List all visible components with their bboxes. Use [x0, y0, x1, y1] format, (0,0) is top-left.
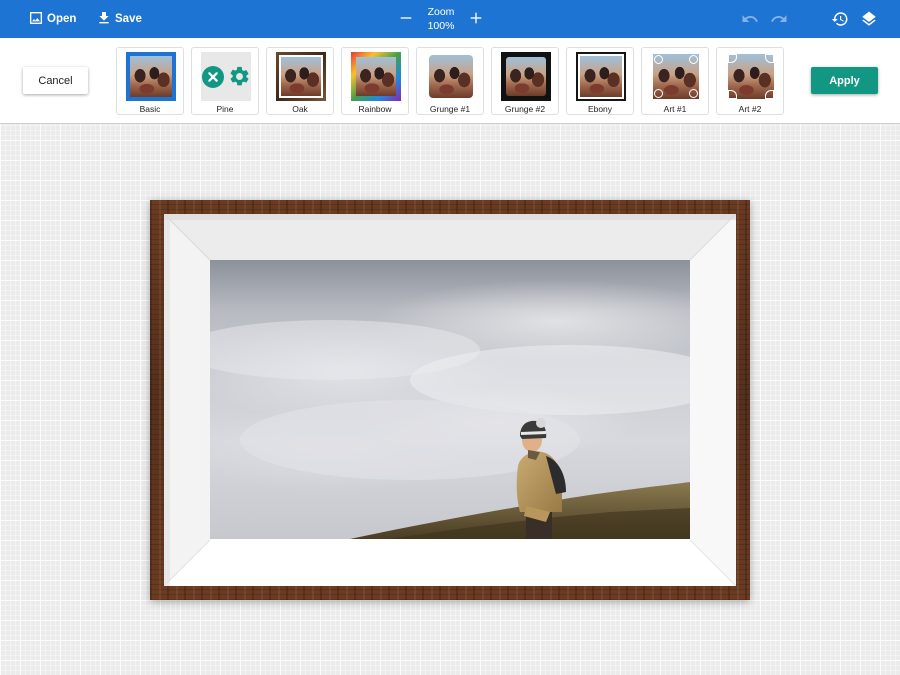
frame-thumbnail — [426, 52, 476, 101]
frame-art-1[interactable]: Art #1 — [641, 47, 709, 115]
frame-pine[interactable]: Pine — [191, 47, 259, 115]
frame-mat — [164, 214, 736, 586]
save-label: Save — [115, 13, 142, 25]
top-toolbar: Open Save Zoom 100% — [0, 0, 900, 38]
frame-grunge-2[interactable]: Grunge #2 — [491, 47, 559, 115]
frame-thumbnail — [276, 52, 326, 101]
frame-label: Pine — [216, 104, 234, 114]
frame-label: Art #1 — [663, 104, 687, 114]
open-label: Open — [47, 13, 77, 25]
frame-rainbow[interactable]: Rainbow — [341, 47, 409, 115]
apply-button[interactable]: Apply — [811, 67, 878, 94]
frame-grunge-1[interactable]: Grunge #1 — [416, 47, 484, 115]
frame-label: Oak — [292, 104, 308, 114]
plus-icon — [470, 12, 482, 24]
frame-thumbnail — [351, 52, 401, 101]
wood-frame — [150, 200, 750, 600]
frame-label: Grunge #2 — [504, 104, 546, 114]
frame-thumbnail — [651, 52, 701, 101]
frame-label: Ebony — [587, 104, 613, 114]
close-icon[interactable] — [202, 66, 224, 88]
redo-icon — [771, 15, 787, 22]
frame-thumbnail — [126, 52, 176, 101]
frame-thumbnail — [201, 52, 251, 101]
frame-art-2[interactable]: Art #2 — [716, 47, 784, 115]
zoom-label: Zoom — [427, 6, 455, 18]
undo-button[interactable] — [741, 10, 759, 28]
minus-icon — [400, 17, 412, 19]
open-button[interactable]: Open — [28, 0, 76, 38]
frame-label: Art #2 — [738, 104, 762, 114]
frame-basic[interactable]: Basic — [116, 47, 184, 115]
frame-thumbnail — [726, 52, 776, 101]
frame-label: Basic — [139, 104, 161, 114]
redo-button[interactable] — [770, 10, 788, 28]
zoom-in-button[interactable] — [468, 10, 484, 26]
photo-scene — [210, 320, 690, 539]
frame-oak[interactable]: Oak — [266, 47, 334, 115]
frame-label: Grunge #1 — [429, 104, 471, 114]
download-icon — [96, 10, 112, 29]
frame-ebony[interactable]: Ebony — [566, 47, 634, 115]
undo-icon — [742, 15, 758, 22]
history-icon — [831, 12, 848, 26]
zoom-out-button[interactable] — [398, 10, 414, 26]
frames-panel: Cancel Basic Pine Oak Rainbow Grunge #1 … — [0, 38, 900, 124]
save-button[interactable]: Save — [96, 0, 142, 38]
cancel-button[interactable]: Cancel — [23, 67, 88, 94]
layers-button[interactable] — [860, 10, 878, 28]
frame-thumbnail — [501, 52, 551, 101]
edited-photo[interactable] — [210, 260, 690, 539]
image-icon — [28, 10, 44, 29]
frame-thumbnail — [576, 52, 626, 101]
gear-icon[interactable] — [228, 65, 251, 88]
zoom-value: 100% — [427, 20, 455, 32]
history-button[interactable] — [831, 10, 849, 28]
frame-label: Rainbow — [358, 104, 392, 114]
zoom-indicator: Zoom 100% — [418, 5, 464, 33]
layers-icon — [862, 11, 876, 26]
